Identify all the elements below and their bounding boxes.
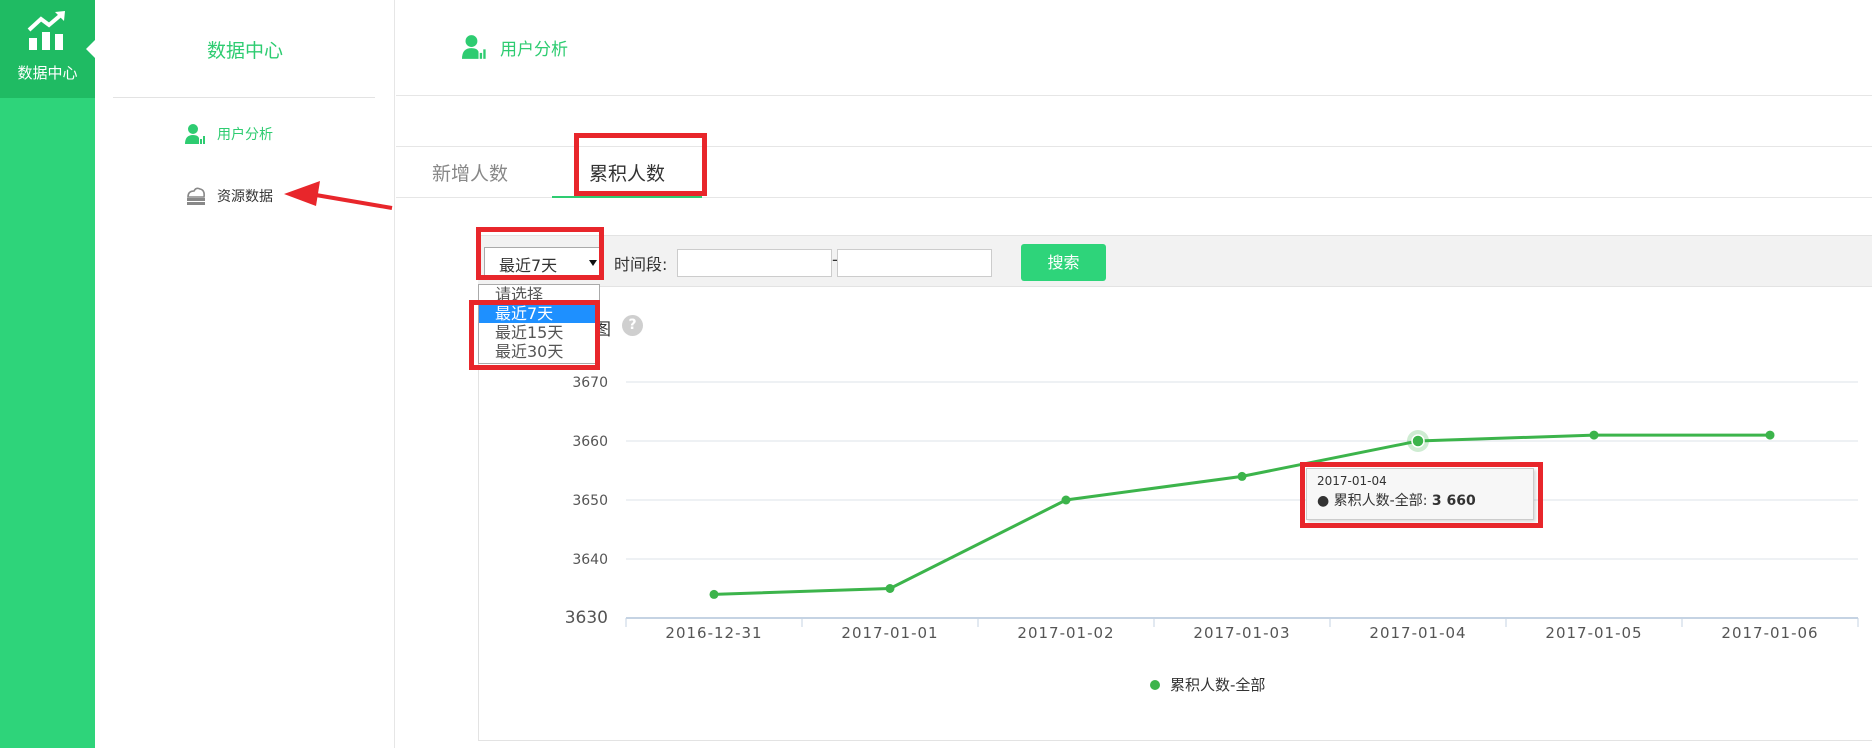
data-point	[1765, 430, 1775, 440]
data-point	[1237, 471, 1247, 481]
data-point	[1589, 430, 1599, 440]
data-point	[709, 589, 719, 599]
x-tick-label: 2017-01-05	[1545, 624, 1642, 642]
annotation-box	[1300, 462, 1543, 528]
data-point	[885, 584, 895, 593]
x-tick-label: 2017-01-02	[1017, 624, 1114, 642]
legend-label: 累积人数-全部	[1170, 676, 1266, 694]
data-point-hovered	[1411, 434, 1425, 448]
chart-legend[interactable]: 累积人数-全部	[1150, 674, 1265, 695]
x-tick-label: 2017-01-01	[841, 624, 938, 642]
x-tick-label: 2017-01-06	[1721, 624, 1818, 642]
y-tick-label: 3670	[572, 375, 608, 391]
data-point	[1061, 495, 1071, 505]
x-tick-label: 2016-12-31	[665, 624, 762, 642]
y-tick-label: 3650	[572, 493, 608, 509]
annotation-arrow	[284, 181, 393, 210]
annotation-box	[476, 227, 604, 280]
y-tick-label: 3630	[565, 608, 608, 628]
y-tick-label: 3660	[572, 434, 608, 450]
annotation-box	[469, 300, 600, 370]
y-tick-label: 3640	[572, 552, 608, 568]
x-tick-label: 2017-01-03	[1193, 624, 1290, 642]
line-chart: 3630 3640 3650 3660 3670 2016-12-31 2017-01-01…	[565, 375, 1859, 642]
legend-marker	[1150, 679, 1160, 690]
x-tick-label: 2017-01-04	[1369, 624, 1466, 642]
annotation-box	[574, 133, 707, 196]
series-line	[713, 433, 1770, 596]
